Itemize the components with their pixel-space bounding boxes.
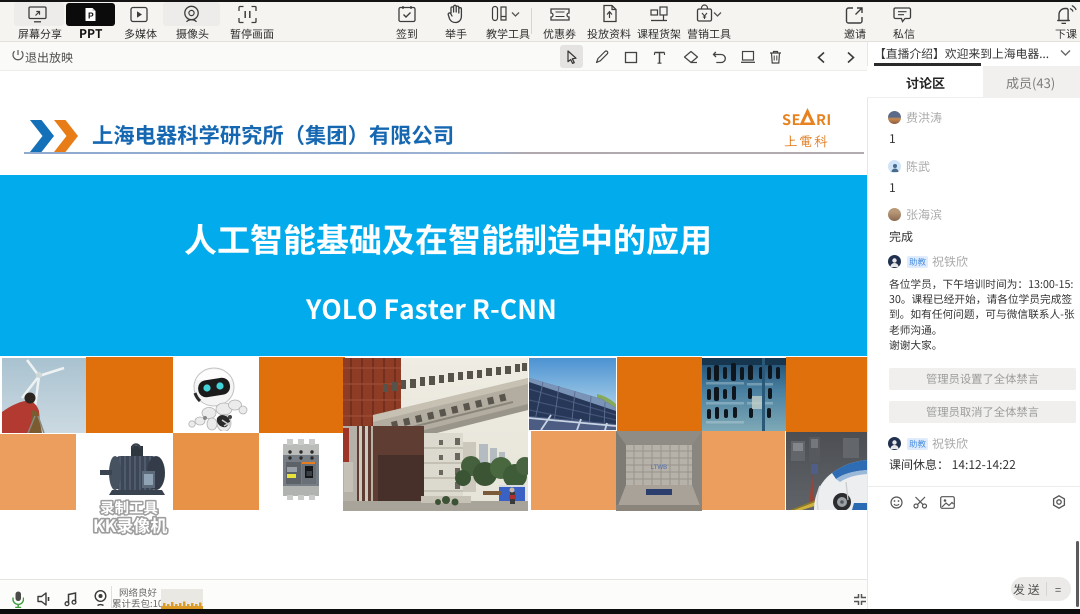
svg-text:LTWB: LTWB xyxy=(651,465,667,471)
svg-text:P: P xyxy=(88,11,94,21)
